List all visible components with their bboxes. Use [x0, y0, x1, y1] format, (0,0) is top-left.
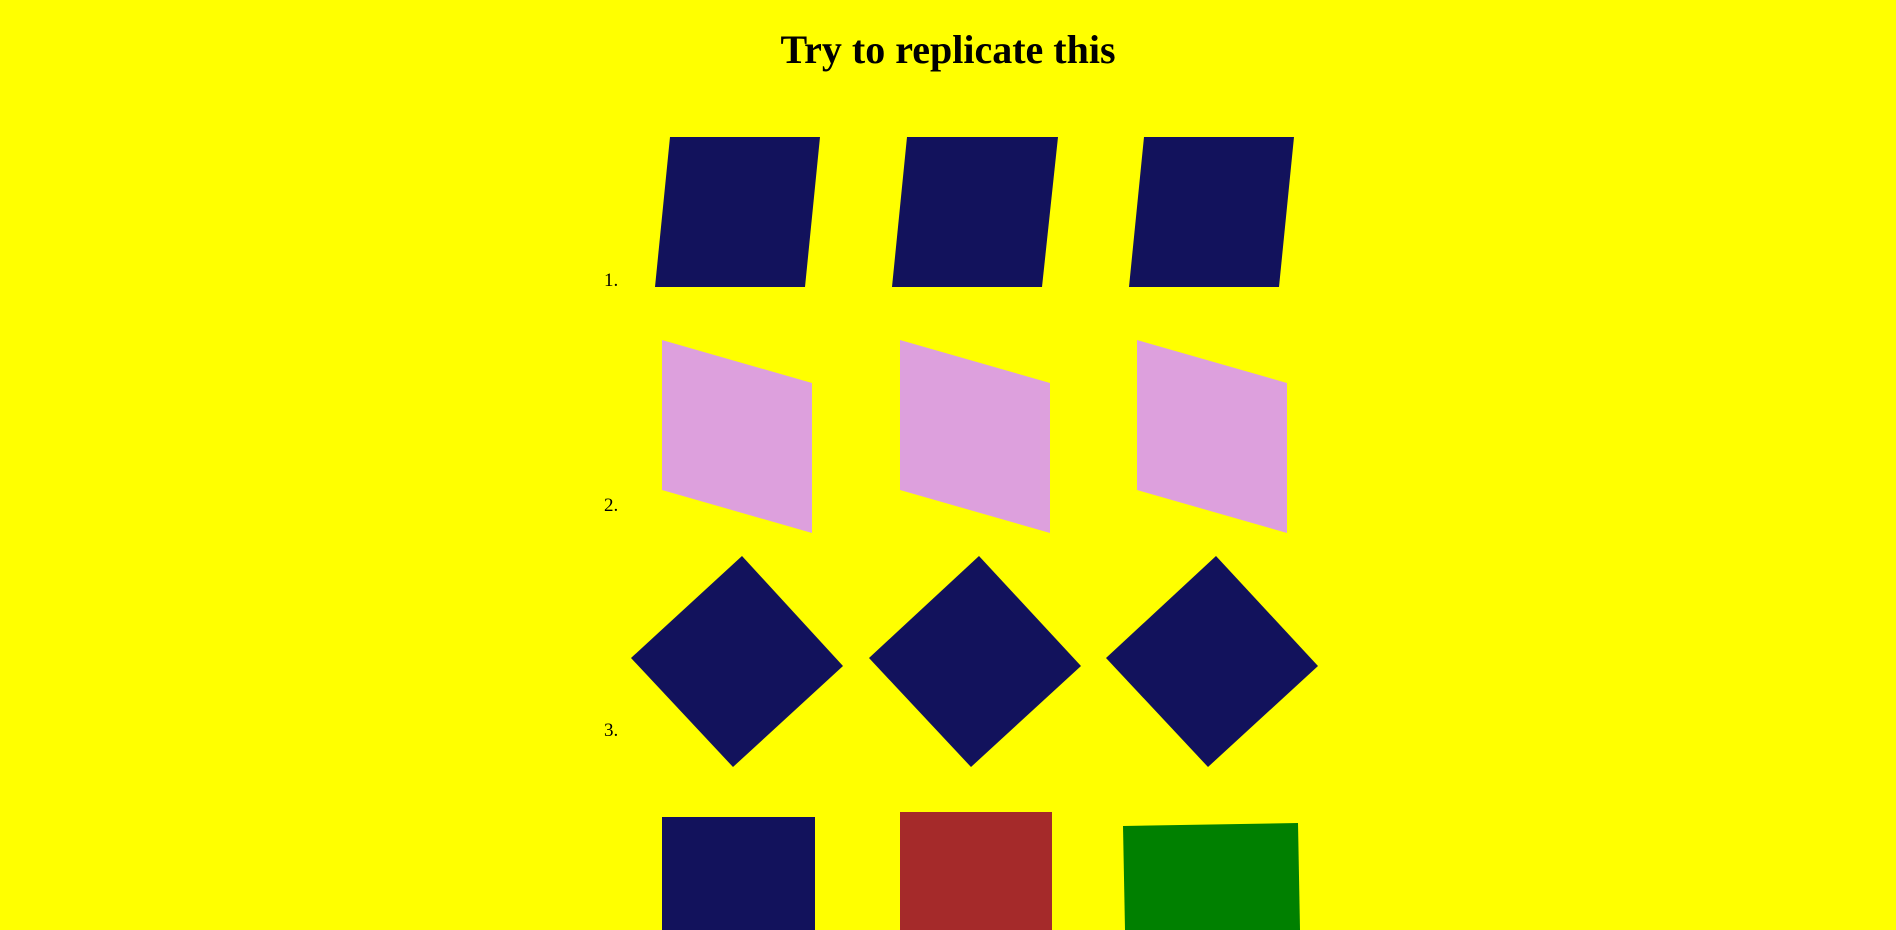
row-3-shape-2 [869, 556, 1081, 767]
row-4-shape-2 [900, 812, 1052, 930]
row-1-shape-2 [892, 137, 1058, 287]
row-1-shape-1 [655, 137, 820, 287]
row-1-shape-3 [1129, 137, 1294, 287]
shapes-canvas [631, 137, 1318, 930]
row-3-shape-3 [1106, 556, 1318, 767]
row-3-shape-1 [631, 556, 843, 767]
row-2-shape-2 [900, 340, 1050, 533]
row-2-shape-3 [1137, 340, 1287, 533]
row-4-shape-1 [662, 817, 815, 930]
row-4-shape-3 [1123, 823, 1300, 930]
row-2-shape-1 [662, 340, 812, 533]
